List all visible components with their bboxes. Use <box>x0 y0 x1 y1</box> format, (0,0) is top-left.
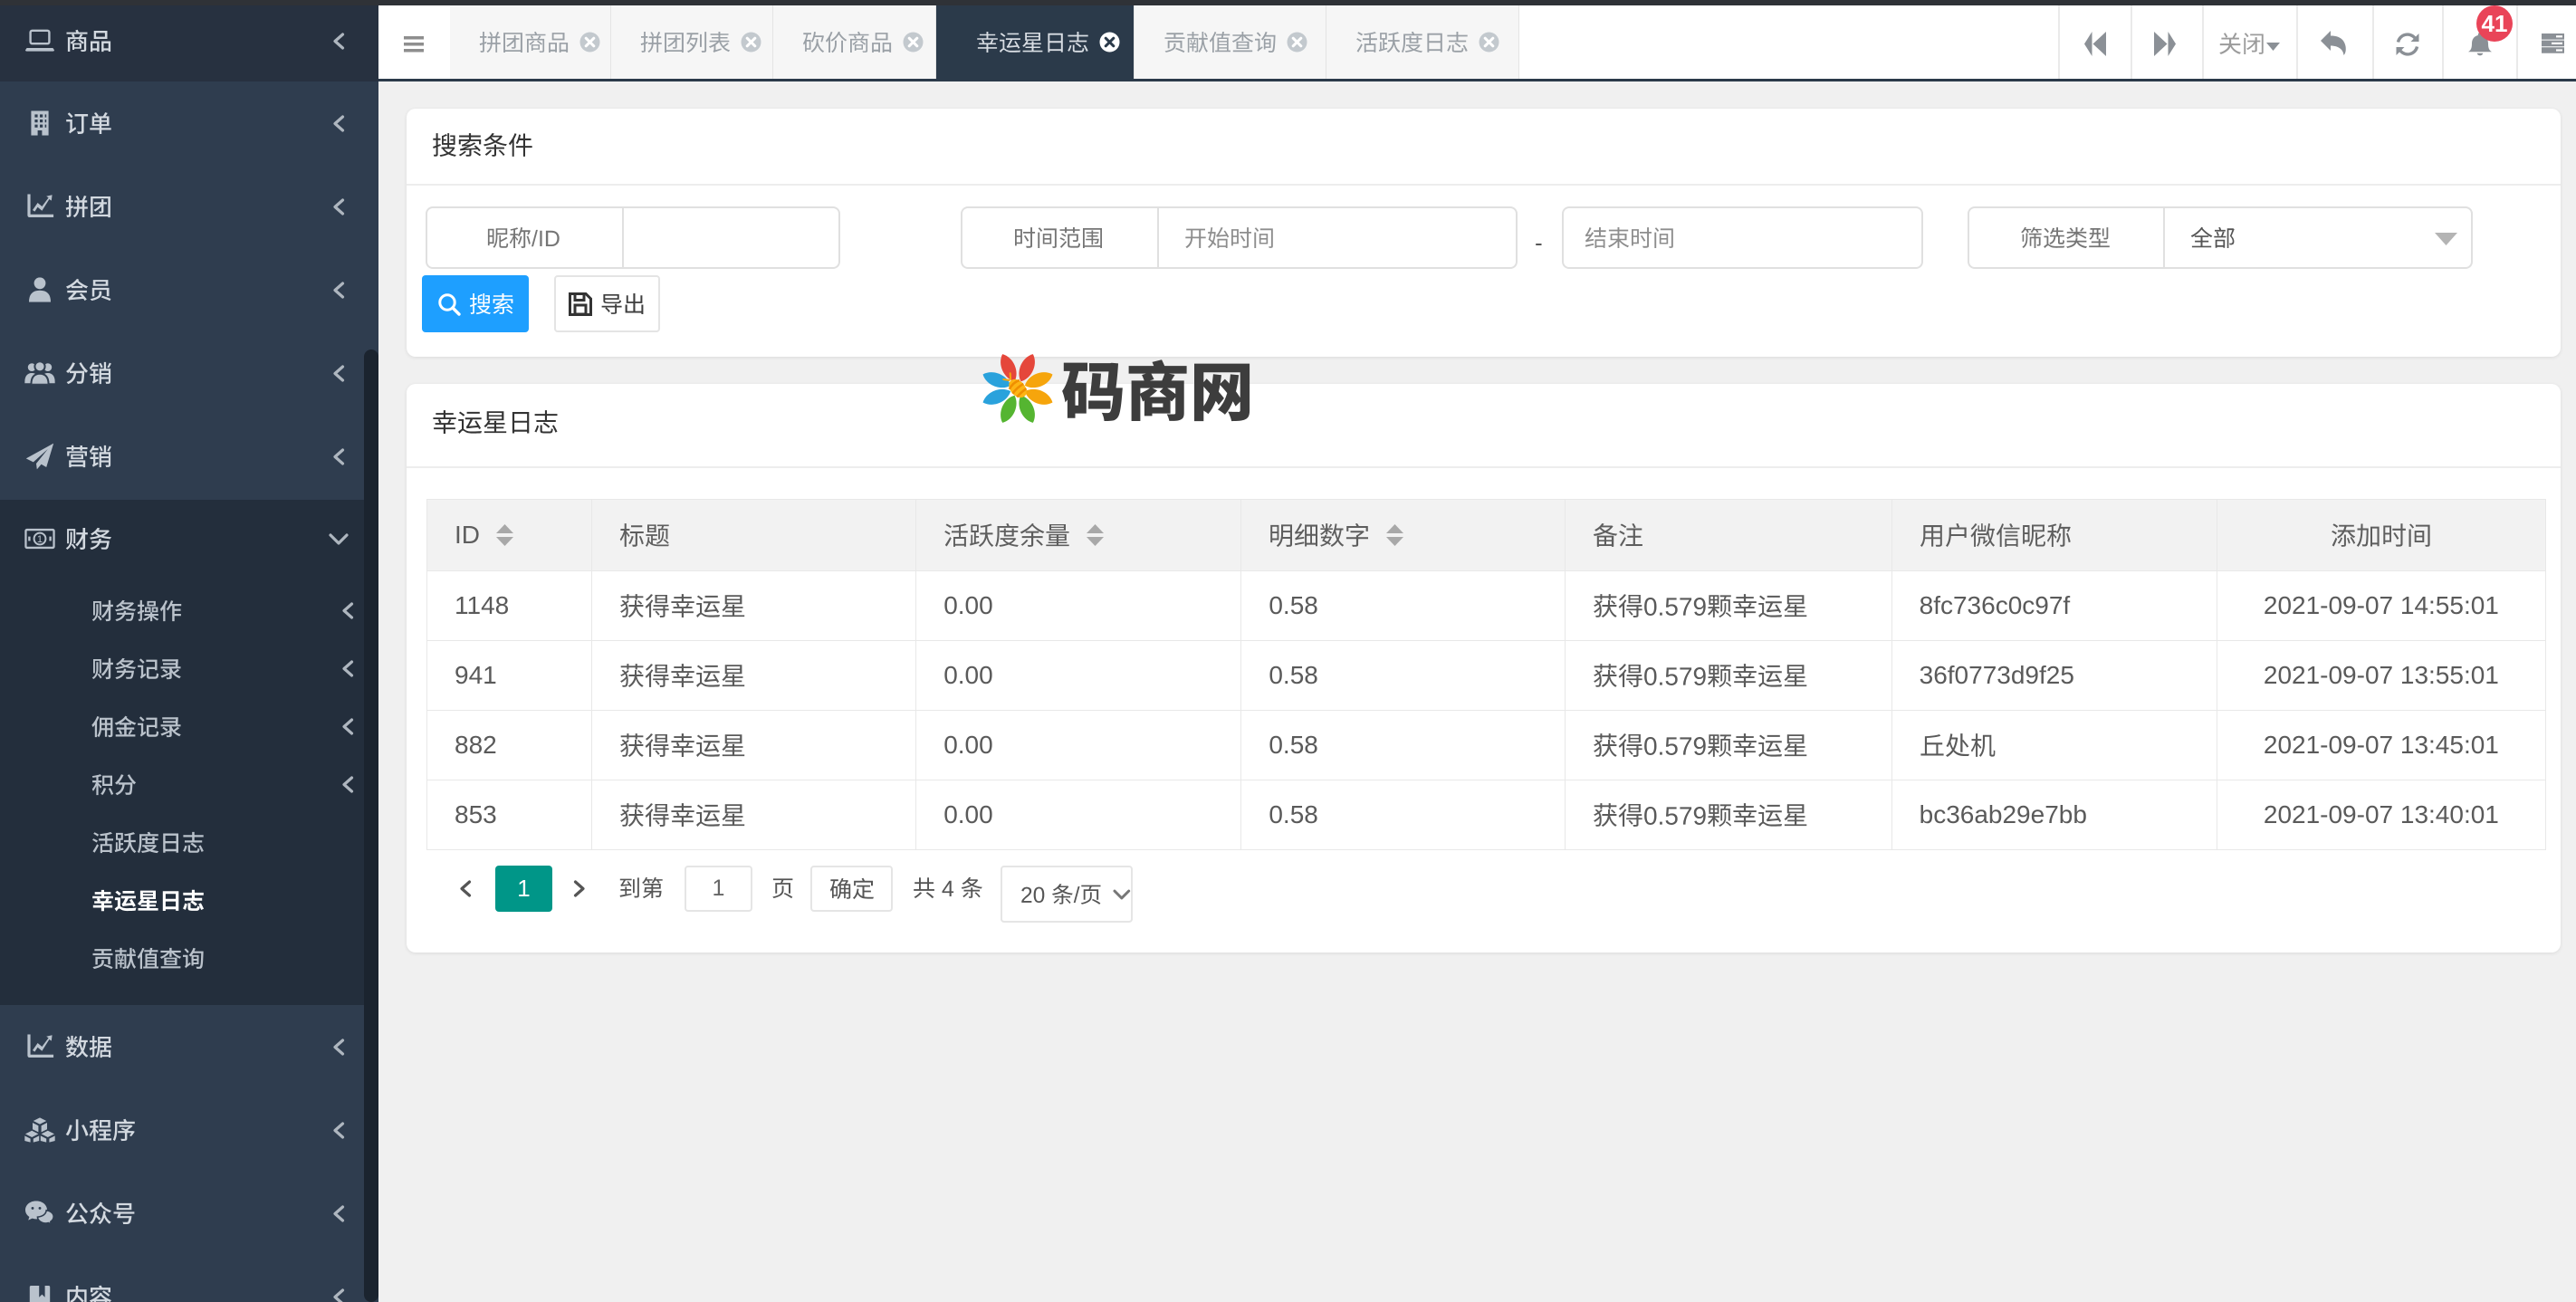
svg-text:1: 1 <box>37 534 43 545</box>
